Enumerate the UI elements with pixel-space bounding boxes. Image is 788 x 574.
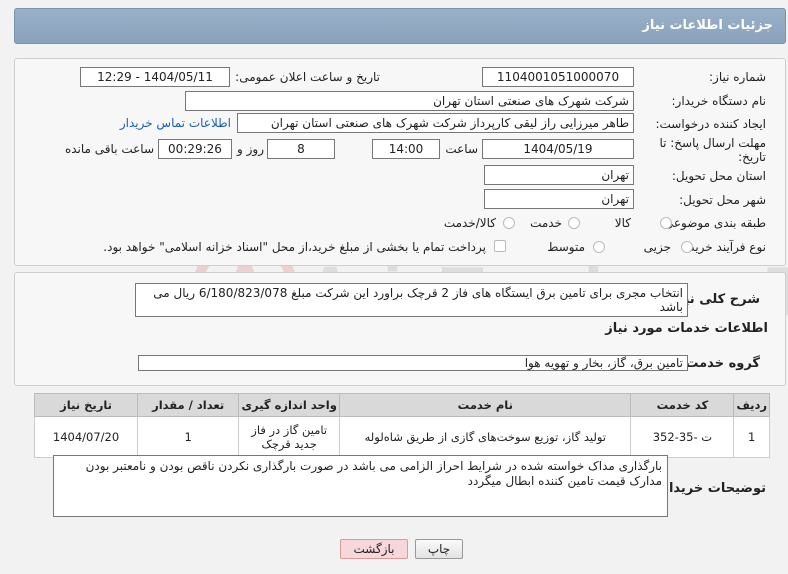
buyer-notes-textarea[interactable]: بارگذاری مداک خواسته شده در شرایط احراز … [53, 455, 668, 517]
description-textarea[interactable]: انتخاب مجری برای تامین برق ایستگاه های ف… [135, 283, 688, 317]
deadline-time-field: 14:00 [372, 139, 440, 159]
creator-label: ایجاد کننده درخواست: [655, 117, 766, 131]
cell-unit: تامین گاز در فاز جدید قرچک [238, 416, 341, 458]
deadline-time-label: ساعت [445, 142, 478, 156]
services-table: ردیف کد خدمت نام خدمت واحد اندازه گیری ت… [33, 393, 770, 458]
buyer-notes-label: توضیحات خریدار: [656, 481, 766, 496]
radio-service-label: خدمت [530, 216, 562, 230]
deadline-date-field: 1404/05/19 [482, 139, 634, 159]
payment-note: پرداخت تمام یا بخشی از مبلغ خرید،از محل … [103, 240, 486, 254]
process-label: نوع فرآیند خرید : [681, 240, 766, 254]
col-code: کد خدمت [630, 393, 735, 417]
back-button[interactable]: بازگشت [340, 539, 408, 559]
col-date: تاریخ نیاز [33, 393, 139, 417]
buyer-org-field: شرکت شهرک های صنعتی استان تهران [185, 91, 634, 111]
col-name: نام خدمت [339, 393, 632, 417]
service-group-field: تامین برق، گاز، بخار و تهویه هوا [138, 355, 688, 371]
services-title: اطلاعات خدمات مورد نیاز [605, 321, 768, 336]
province-field: تهران [484, 165, 634, 185]
category-label: طبقه بندی موضوعی: [659, 216, 766, 230]
days-label: روز و [237, 142, 264, 156]
need-number-field: 1104001051000070 [482, 67, 634, 87]
creator-field: طاهر میرزایی راز لیقی کارپرداز شرکت شهرک… [237, 113, 634, 133]
radio-goods-service[interactable] [503, 217, 515, 229]
radio-goods-service-label: کالا/خدمت [443, 216, 496, 230]
print-button[interactable]: چاپ [415, 539, 463, 559]
radio-minor-label: جزیی [643, 240, 671, 254]
radio-service[interactable] [568, 217, 580, 229]
announce-label: تاریخ و ساعت اعلان عمومی: [235, 70, 380, 84]
cell-qty: 1 [137, 416, 240, 458]
table-header-row: ردیف کد خدمت نام خدمت واحد اندازه گیری ت… [33, 393, 770, 417]
remaining-label: ساعت باقی مانده [64, 142, 154, 156]
remaining-time-field: 00:29:26 [158, 139, 232, 159]
treasury-checkbox[interactable] [494, 240, 506, 252]
radio-goods-label: کالا [614, 216, 631, 230]
cell-name: تولید گاز، توزیع سوخت‌های گازی از طریق ش… [339, 416, 632, 458]
cell-date: 1404/07/20 [33, 416, 139, 458]
cell-code: ت -35-352 [630, 416, 735, 458]
cell-row: 1 [733, 416, 770, 458]
deadline-label-line1: مهلت ارسال پاسخ: تا [659, 136, 766, 150]
radio-goods[interactable] [660, 217, 672, 229]
page-title: جزئیات اطلاعات نیاز [642, 18, 773, 33]
service-group-label: گروه خدمت: [680, 356, 760, 371]
col-unit: واحد اندازه گیری [238, 393, 341, 417]
buyer-org-label: نام دستگاه خریدار: [671, 94, 767, 108]
col-row: ردیف [733, 393, 770, 417]
page-header: جزئیات اطلاعات نیاز [14, 8, 786, 44]
col-qty: تعداد / مقدار [137, 393, 240, 417]
deadline-label-line2: تاریخ: [738, 150, 766, 164]
buyer-contact-link[interactable]: اطلاعات تماس خریدار [120, 116, 231, 130]
table-row: 1 ت -35-352 تولید گاز، توزیع سوخت‌های گا… [33, 416, 770, 458]
radio-medium-label: متوسط [547, 240, 585, 254]
announce-field: 1404/05/11 - 12:29 [80, 67, 230, 87]
need-number-label: شماره نیاز: [709, 70, 766, 84]
city-field: تهران [484, 189, 634, 209]
radio-medium[interactable] [593, 241, 605, 253]
province-label: استان محل تحویل: [671, 169, 766, 183]
radio-minor[interactable] [681, 241, 693, 253]
city-label: شهر محل تحویل: [679, 193, 766, 207]
need-info-panel [14, 58, 786, 266]
days-field: 8 [267, 139, 335, 159]
